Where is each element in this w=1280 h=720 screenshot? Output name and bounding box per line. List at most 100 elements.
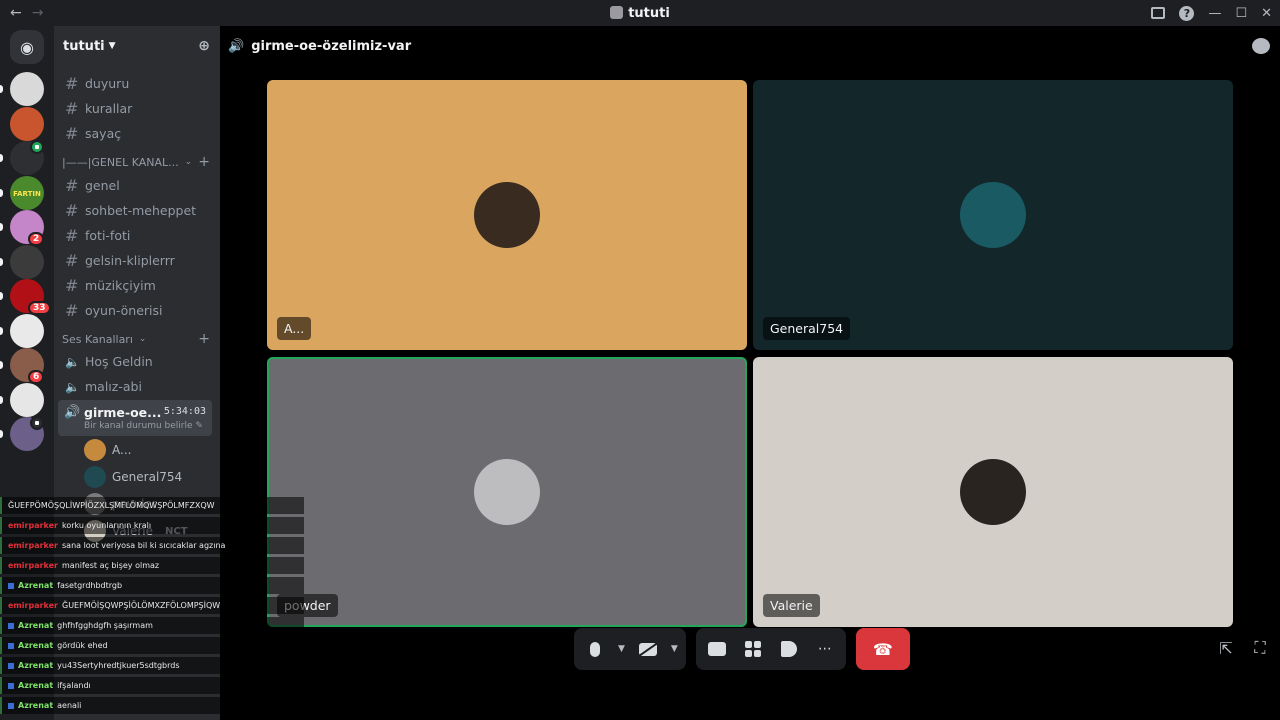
chat-message: emirparker manifest aç bişey olmaz bbox=[0, 557, 304, 574]
server-header[interactable]: tututi ▼ ⊕ bbox=[54, 26, 220, 66]
channel-header: 🔊 girme-oe-özelimiz-var bbox=[220, 26, 1280, 66]
more-button[interactable]: ⋯ bbox=[812, 636, 838, 662]
fullscreen-icon[interactable]: ⛶ bbox=[1250, 638, 1270, 658]
channel-sohbet[interactable]: # sohbet-meheppet bbox=[62, 199, 214, 222]
window-title: tututi bbox=[0, 5, 1280, 21]
media-controls: ▼ ▼ bbox=[574, 628, 686, 670]
channel-label: malız-abi bbox=[85, 379, 142, 394]
voice-channel-maliz-abi[interactable]: 🔈 malız-abi bbox=[62, 375, 214, 398]
chat-text: aenali bbox=[57, 701, 82, 710]
hash-icon: # bbox=[65, 74, 79, 93]
active-voice-channel[interactable]: 🔊 girme-oe... 5:34:03 Bir kanal durumu b… bbox=[58, 400, 212, 436]
hash-icon: # bbox=[65, 276, 79, 295]
channel-foti[interactable]: # foti-foti bbox=[62, 224, 214, 247]
server-icon[interactable] bbox=[10, 72, 44, 106]
unread-indicator bbox=[0, 430, 3, 438]
channel-oyun[interactable]: # oyun-önerisi bbox=[62, 299, 214, 322]
chat-username: Azrenat bbox=[18, 661, 54, 670]
title-bar: ← → tututi ? — ☐ ✕ bbox=[0, 0, 1280, 26]
speaker-icon: 🔈 bbox=[65, 354, 80, 369]
channel-label: sohbet-meheppet bbox=[85, 203, 197, 218]
video-tile-a[interactable]: A... bbox=[267, 80, 747, 350]
chat-username: emirparker bbox=[8, 521, 58, 530]
add-channel-icon[interactable]: + bbox=[198, 154, 210, 170]
chat-message: emirparker korku oyunlarının kralı bbox=[0, 517, 304, 534]
chat-username: Azrenat bbox=[18, 681, 54, 690]
add-channel-icon[interactable]: + bbox=[198, 331, 210, 347]
hash-icon: # bbox=[65, 124, 79, 143]
channel-status[interactable]: Bir kanal durumu belirle ✎ bbox=[84, 421, 203, 431]
chat-message: Azrenat fasetgrdhbdtrgb bbox=[0, 577, 304, 594]
disconnect-button[interactable]: ☎ bbox=[855, 628, 910, 670]
chevron-down-icon[interactable]: ▼ bbox=[671, 644, 678, 654]
category-general[interactable]: |——|GENEL KANAL... ⌄ + bbox=[62, 153, 214, 171]
channel-duyuru[interactable]: # duyuru bbox=[62, 72, 214, 95]
chat-text: ĞUEFMÖİŞQWPŞİÖLÖMXZFÖLOMPŞİQW bbox=[62, 601, 221, 610]
inbox-icon[interactable] bbox=[1151, 7, 1166, 19]
channel-genel[interactable]: # genel bbox=[62, 174, 214, 197]
call-timer: 5:34:03 bbox=[163, 406, 206, 417]
activities-button[interactable] bbox=[740, 636, 766, 662]
chat-text: yu43Sertyhredtjkuer5sdtgbrds bbox=[57, 661, 180, 670]
help-icon[interactable]: ? bbox=[1179, 5, 1195, 21]
minimize-icon[interactable]: — bbox=[1208, 6, 1221, 21]
chat-username: Azrenat bbox=[18, 621, 54, 630]
chat-text: ifşalandı bbox=[57, 681, 91, 690]
avatar bbox=[84, 466, 106, 488]
back-arrow-icon[interactable]: ← bbox=[10, 5, 22, 21]
chat-message: emirparker ĞUEFMÖİŞQWPŞİÖLÖMXZFÖLOMPŞİQW bbox=[0, 597, 304, 614]
chat-bubble-icon[interactable] bbox=[1252, 38, 1270, 54]
server-icon bbox=[610, 5, 624, 19]
chat-username: emirparker bbox=[8, 541, 58, 550]
discord-home-icon[interactable]: ◉ bbox=[10, 30, 44, 64]
server-icon[interactable] bbox=[10, 244, 44, 279]
chat-message: ĞUEFPÖMÖŞQLİWPİÖZXLŞMFLÖMQWŞPÖLMFZXQW bbox=[0, 497, 304, 514]
user-badge-icon bbox=[8, 622, 14, 629]
channel-label: Hoş Geldin bbox=[85, 354, 153, 369]
chevron-down-icon[interactable]: ▼ bbox=[618, 644, 625, 654]
forward-arrow-icon[interactable]: → bbox=[32, 5, 44, 21]
soundboard-button[interactable] bbox=[776, 636, 802, 662]
voice-activity-icon bbox=[30, 140, 44, 154]
close-icon[interactable]: ✕ bbox=[1261, 6, 1272, 21]
video-tile-general754[interactable]: General754 bbox=[753, 80, 1233, 350]
popout-icon[interactable]: ⇱ bbox=[1216, 638, 1236, 658]
chat-text: korku oyunlarının kralı bbox=[62, 521, 152, 530]
channel-muzik[interactable]: # müzikçiyim bbox=[62, 274, 214, 297]
window-controls: ? — ☐ ✕ bbox=[1151, 0, 1280, 26]
channel-sayac[interactable]: # sayaç bbox=[62, 122, 214, 145]
server-icon[interactable] bbox=[10, 106, 44, 141]
unread-indicator bbox=[0, 292, 3, 300]
server-icon-text: FARTIN bbox=[13, 189, 41, 198]
add-member-icon[interactable]: ⊕ bbox=[198, 38, 210, 54]
channel-klipler[interactable]: # gelsin-kliplerrr bbox=[62, 249, 214, 272]
channel-label: sayaç bbox=[85, 126, 122, 141]
server-icon[interactable] bbox=[10, 313, 44, 348]
channel-label: duyuru bbox=[85, 76, 130, 91]
channel-label: oyun-önerisi bbox=[85, 303, 163, 318]
screen-share-button[interactable] bbox=[704, 636, 730, 662]
unread-indicator bbox=[0, 223, 3, 231]
unread-indicator bbox=[0, 188, 3, 197]
voice-member[interactable]: General754 bbox=[84, 465, 182, 489]
chat-text: ghfhfgghdgfh şaşırmam bbox=[57, 621, 153, 630]
server-icon[interactable] bbox=[10, 382, 44, 417]
camera-button[interactable] bbox=[635, 636, 661, 662]
chevron-down-icon: ⌄ bbox=[184, 157, 193, 167]
server-name: tututi bbox=[63, 38, 105, 54]
member-name: General754 bbox=[112, 470, 183, 484]
microphone-button[interactable] bbox=[582, 636, 608, 662]
user-badge-icon bbox=[8, 642, 14, 649]
voice-channel-hos-geldin[interactable]: 🔈 Hoş Geldin bbox=[62, 350, 214, 373]
member-name: A... bbox=[112, 443, 132, 457]
screen-share-icon bbox=[707, 642, 726, 656]
channel-kurallar[interactable]: # kurallar bbox=[62, 97, 214, 120]
chat-username: emirparker bbox=[8, 601, 58, 610]
category-voice[interactable]: Ses Kanalları ⌄ + bbox=[62, 330, 214, 348]
video-tile-powder[interactable]: powder bbox=[267, 357, 747, 627]
voice-member[interactable]: A... bbox=[84, 438, 131, 462]
video-tile-valerie[interactable]: Valerie bbox=[753, 357, 1233, 627]
participant-label: Valerie bbox=[763, 594, 820, 617]
avatar bbox=[474, 459, 540, 525]
maximize-icon[interactable]: ☐ bbox=[1235, 6, 1247, 21]
